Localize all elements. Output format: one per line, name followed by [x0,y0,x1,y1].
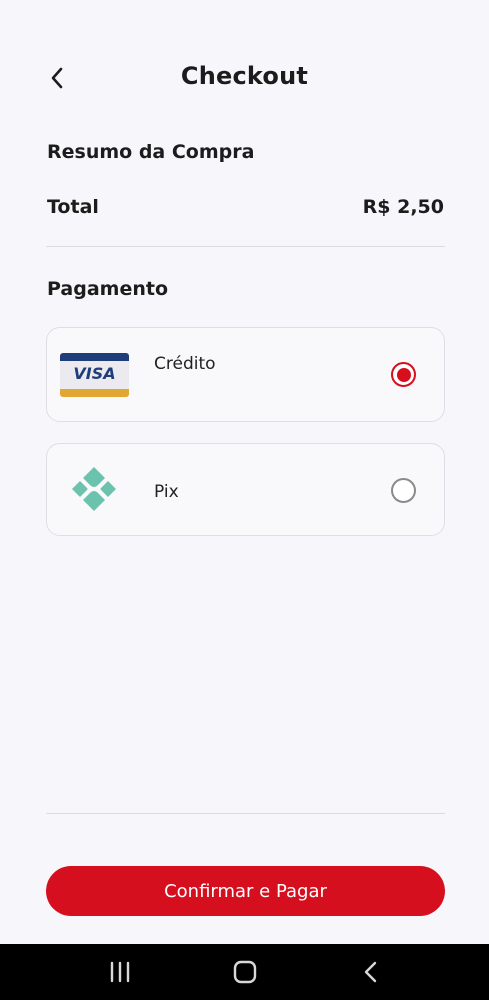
recents-button[interactable] [106,958,134,986]
radio-pix[interactable] [391,478,416,503]
visa-card-top-stripe [60,353,129,361]
total-label: Total [47,196,99,218]
payment-option-pix[interactable]: Pix [46,443,445,536]
pix-icon [72,467,116,511]
summary-title: Resumo da Compra [47,141,255,163]
home-icon [233,960,257,984]
payment-option-label: Crédito [154,354,216,374]
payment-option-label: Pix [154,482,179,502]
back-icon [364,961,377,983]
total-value: R$ 2,50 [362,196,444,218]
payment-title: Pagamento [47,278,169,300]
visa-card-bottom-stripe [60,389,129,397]
total-row: Total R$ 2,50 [47,196,444,218]
system-nav-bar [0,944,489,1000]
visa-card-icon: VISA [60,353,129,397]
page-title: Checkout [180,62,309,90]
home-button[interactable] [231,958,259,986]
header: Checkout [0,52,489,104]
payment-option-credito[interactable]: VISA Crédito [46,327,445,422]
system-back-button[interactable] [357,958,385,986]
confirm-pay-button[interactable]: Confirmar e Pagar [46,866,445,916]
footer-divider [46,813,445,814]
recents-icon [110,961,130,983]
divider [46,246,445,247]
visa-logo-text: VISA [73,364,116,383]
radio-credito[interactable] [391,362,416,387]
